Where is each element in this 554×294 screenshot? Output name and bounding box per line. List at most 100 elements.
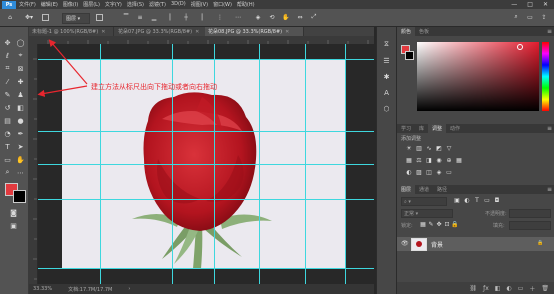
horizontal-guide[interactable] — [38, 268, 374, 269]
new-group-icon[interactable]: ▭ — [518, 285, 524, 292]
tab-channels[interactable]: 通道 — [415, 185, 433, 194]
tab-swatches[interactable]: 色板 — [415, 27, 433, 36]
character-panel-icon[interactable]: A — [381, 87, 392, 98]
horizontal-guide[interactable] — [38, 199, 374, 200]
auto-select-checkbox[interactable] — [40, 12, 50, 22]
lasso-tool-icon[interactable]: ℓ — [2, 50, 13, 61]
3d-orbit-icon[interactable]: ⟲ — [266, 12, 278, 22]
hue-slider[interactable] — [542, 42, 549, 111]
lock-paint-icon[interactable]: ✎ — [427, 221, 435, 228]
menu-select[interactable]: 选择(S) — [127, 1, 144, 8]
posterize-icon[interactable]: ▨ — [415, 169, 423, 176]
tab-paths[interactable]: 路径 — [433, 185, 451, 194]
rectangle-tool-icon[interactable]: ▭ — [2, 154, 13, 165]
path-select-tool-icon[interactable]: ➤ — [15, 141, 26, 152]
dodge-tool-icon[interactable]: ◔ — [2, 128, 13, 139]
healing-brush-tool-icon[interactable]: ✚ — [15, 76, 26, 87]
home-icon[interactable]: ⌂ — [4, 12, 16, 22]
menu-file[interactable]: 文件(F) — [19, 1, 36, 8]
visibility-eye-icon[interactable]: 👁 — [401, 240, 409, 247]
search-icon[interactable]: ⌕ — [510, 12, 522, 22]
properties-panel-icon[interactable]: ☰ — [381, 55, 392, 66]
pen-tool-icon[interactable]: ✒ — [15, 128, 26, 139]
history-brush-tool-icon[interactable]: ↺ — [2, 102, 13, 113]
crop-tool-icon[interactable]: ⌗ — [2, 63, 13, 74]
color-field[interactable] — [417, 42, 539, 111]
filter-pixel-icon[interactable]: ▣ — [453, 197, 461, 204]
status-arrow-icon[interactable]: › — [128, 286, 130, 292]
tab-adjustments[interactable]: 调整 — [428, 124, 447, 133]
opacity-input[interactable] — [509, 209, 551, 218]
brush-settings-icon[interactable]: ✱ — [381, 71, 392, 82]
blend-mode-dropdown[interactable]: 正常 ▾ — [401, 209, 453, 218]
gradient-map-icon[interactable]: ▭ — [445, 169, 453, 176]
link-layers-icon[interactable]: ⛓ — [469, 285, 477, 292]
vibrance-icon[interactable]: ▽ — [445, 145, 453, 152]
quick-select-tool-icon[interactable]: ⌖ — [15, 50, 26, 61]
tab-libraries[interactable]: 库 — [415, 124, 428, 133]
new-adjustment-icon[interactable]: ◐ — [506, 285, 511, 292]
lock-all-icon[interactable]: 🔒 — [451, 221, 459, 228]
history-panel-icon[interactable]: ⧖ — [381, 39, 392, 50]
horizontal-guide[interactable] — [38, 131, 374, 132]
selective-color-icon[interactable]: ◈ — [435, 169, 443, 176]
eyedropper-tool-icon[interactable]: ⁄ — [2, 76, 13, 87]
filter-shape-icon[interactable]: ▭ — [483, 197, 491, 204]
doc-tab-1[interactable]: 未标题-1 @ 100%(RGB/8#) ✕ — [29, 27, 114, 36]
3d-slide-icon[interactable]: ⇔ — [294, 12, 306, 22]
layer-style-icon[interactable]: ƒx — [483, 285, 489, 292]
menu-help[interactable]: 帮助(H) — [237, 1, 255, 8]
close-icon[interactable]: ✕ — [285, 29, 289, 35]
close-icon[interactable]: ✕ — [101, 29, 105, 35]
add-mask-icon[interactable]: ◧ — [495, 285, 501, 292]
marquee-tool-icon[interactable]: ◯ — [15, 37, 26, 48]
layer-row-background[interactable]: 👁 背景 🔒 — [397, 237, 554, 251]
close-button[interactable]: ✕ — [543, 1, 548, 8]
color-lookup-icon[interactable]: ▦ — [455, 157, 463, 164]
background-color-chip[interactable] — [405, 51, 414, 60]
align-top-icon[interactable]: ▔ — [120, 12, 132, 22]
brush-tool-icon[interactable]: ✎ — [2, 89, 13, 100]
tab-color[interactable]: 颜色 — [397, 27, 416, 36]
align-hcenter-icon[interactable]: ┼ — [180, 12, 192, 22]
menu-filter[interactable]: 滤镜(T) — [149, 1, 166, 8]
filter-adjust-icon[interactable]: ◐ — [463, 197, 471, 204]
black-white-icon[interactable]: ◨ — [425, 157, 433, 164]
3d-panel-icon[interactable]: ⬡ — [381, 103, 392, 114]
minimize-button[interactable]: — — [511, 1, 517, 8]
tab-layers[interactable]: 图层 — [397, 185, 416, 194]
hue-saturation-icon[interactable]: ▦ — [405, 157, 413, 164]
fill-input[interactable] — [509, 221, 551, 230]
align-right-icon[interactable]: ▕ — [194, 12, 206, 22]
zoom-level[interactable]: 33.33% — [33, 286, 52, 292]
layer-filter-dropdown[interactable]: ⌕ ▾ — [401, 197, 447, 206]
threshold-icon[interactable]: ◫ — [425, 169, 433, 176]
lock-artboard-icon[interactable]: ⊡ — [443, 221, 451, 228]
clone-stamp-tool-icon[interactable]: ♟ — [15, 89, 26, 100]
curves-icon[interactable]: ∿ — [425, 145, 433, 152]
workspace-icon[interactable]: ▭ — [524, 12, 536, 22]
invert-icon[interactable]: ◐ — [405, 169, 413, 176]
distribute-icon[interactable]: ⋮ — [214, 12, 226, 22]
move-tool-preset-icon[interactable]: ✥▾ — [22, 12, 36, 22]
doc-tab-3[interactable]: 花朵08.JPG @ 33.3%(RGB/8#) ✕ — [205, 27, 304, 36]
channel-mixer-icon[interactable]: ⊕ — [445, 157, 453, 164]
tab-actions[interactable]: 动作 — [446, 124, 464, 133]
menu-view[interactable]: 视图(V) — [191, 1, 208, 8]
lock-pixels-icon[interactable]: ▦ — [419, 221, 427, 228]
panel-menu-icon[interactable]: ≡ — [547, 27, 552, 36]
color-balance-icon[interactable]: ⚖ — [415, 157, 423, 164]
lock-position-icon[interactable]: ✥ — [435, 221, 443, 228]
blur-tool-icon[interactable]: ● — [15, 115, 26, 126]
new-layer-icon[interactable]: ＋ — [529, 284, 535, 293]
filter-type-icon[interactable]: T — [473, 197, 481, 204]
doc-tab-2[interactable]: 花朵07.JPG @ 33.3%(RGB/8#) ✕ — [115, 27, 210, 36]
align-vcenter-icon[interactable]: ≡ — [134, 12, 146, 22]
3d-mode-icon[interactable]: ◈ — [252, 12, 264, 22]
eraser-tool-icon[interactable]: ◧ — [15, 102, 26, 113]
exposure-icon[interactable]: ◩ — [435, 145, 443, 152]
edit-toolbar-icon[interactable]: ⋯ — [15, 167, 26, 178]
align-left-icon[interactable]: ▏ — [166, 12, 178, 22]
color-picker-handle[interactable] — [517, 44, 523, 50]
levels-icon[interactable]: ▥ — [415, 145, 423, 152]
